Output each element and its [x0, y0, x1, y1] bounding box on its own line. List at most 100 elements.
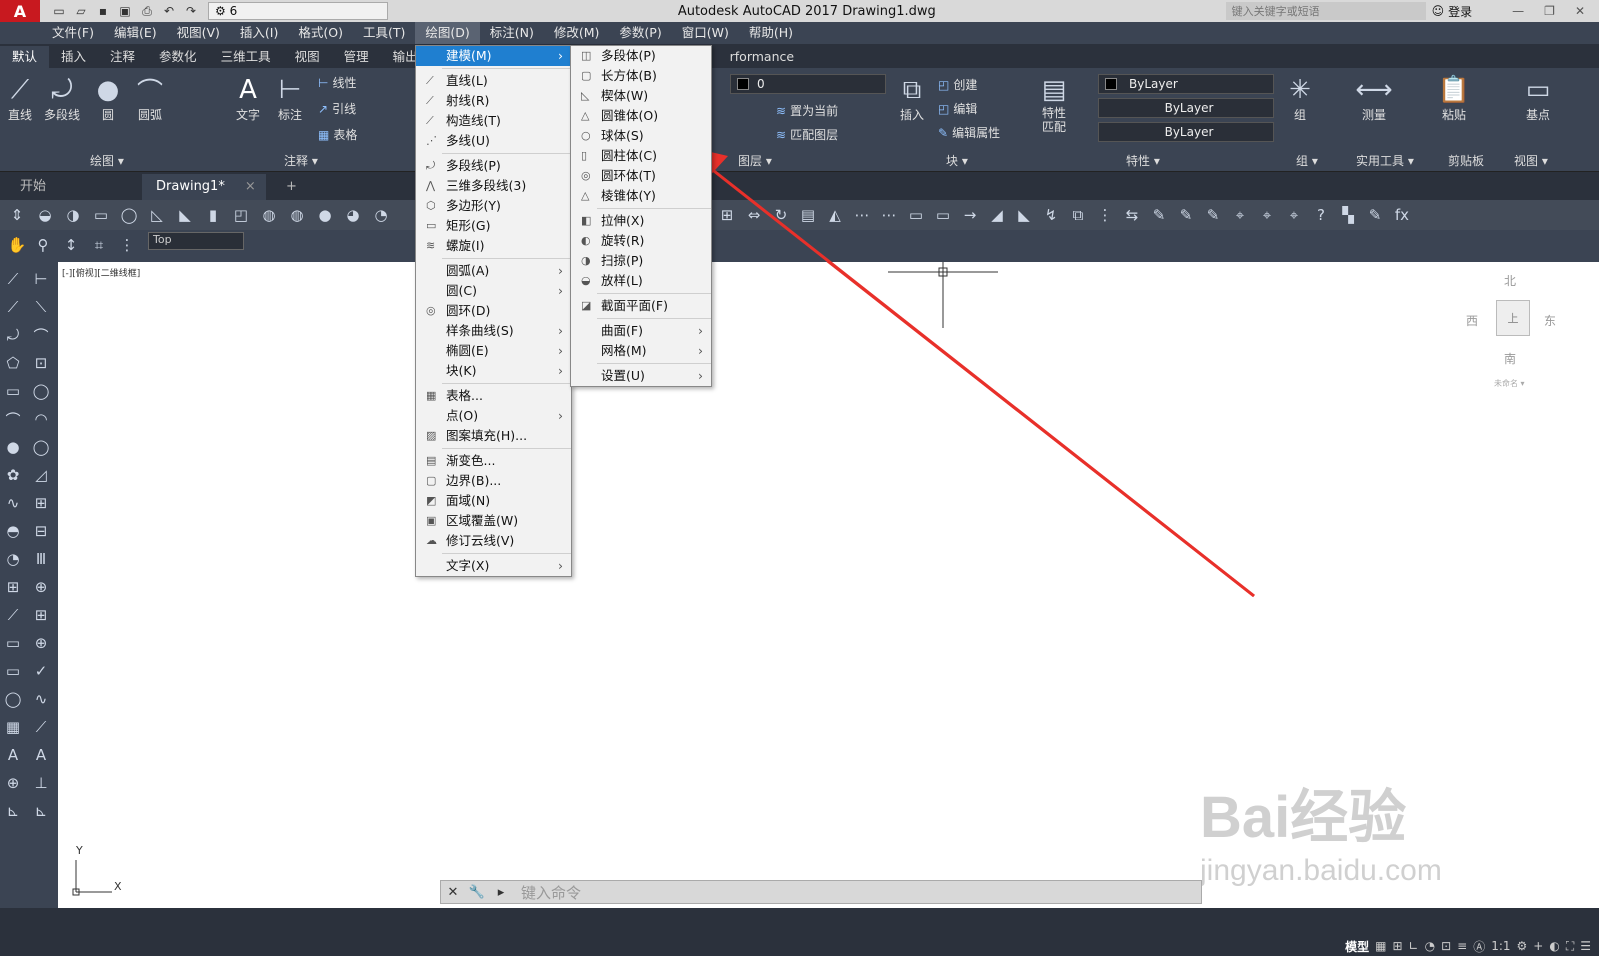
edit-block-button[interactable]: ◰ 编辑	[938, 100, 977, 117]
toolbar-tool-icon[interactable]: ?	[1310, 204, 1332, 226]
new-tab-button[interactable]: +	[272, 174, 311, 200]
left-tool-icon[interactable]: ▭	[2, 660, 24, 682]
utilities-panel-label[interactable]: 实用工具 ▾	[1356, 152, 1414, 170]
ortho-icon[interactable]: ∟	[1409, 939, 1419, 953]
toolbar-tool-icon[interactable]: ◔	[370, 204, 392, 226]
arc-button[interactable]: ⌒ 圆弧	[134, 74, 166, 123]
draw_menu-item-5[interactable]: ⋰ 多线(U)	[416, 131, 571, 151]
left-tool-icon[interactable]: ⤾	[2, 324, 24, 346]
draw_menu-item-13[interactable]: 圆弧(A) ›	[416, 261, 571, 281]
draw_menu-item-7[interactable]: ⤾ 多段线(P)	[416, 156, 571, 176]
left-tool-icon[interactable]: ⟍	[30, 296, 52, 318]
draw_menu-item-21[interactable]: 点(O) ›	[416, 406, 571, 426]
match-properties-button[interactable]: ▤ 特性匹配	[1036, 74, 1072, 134]
modeling_menu-item-11[interactable]: ◑ 扫掠(P)	[571, 251, 711, 271]
left-tool-icon[interactable]: ⬠	[2, 352, 24, 374]
color-combo[interactable]: ByLayer	[1098, 74, 1274, 94]
draw_menu-item-11[interactable]: ≋ 螺旋(I)	[416, 236, 571, 256]
close-icon[interactable]: ✕	[1575, 4, 1585, 18]
left-tool-icon[interactable]: ◯	[2, 688, 24, 710]
left-tool-icon[interactable]: ⊞	[2, 576, 24, 598]
insert-block-button[interactable]: ⧉ 插入	[896, 74, 928, 123]
open-file-icon[interactable]: ▱	[72, 3, 90, 19]
draw_menu-item-0[interactable]: 建模(M) ›	[416, 46, 571, 66]
toolbar-tool-icon[interactable]: ✎	[1364, 204, 1386, 226]
menu-2[interactable]: 视图(V)	[167, 22, 230, 44]
toolbar-tool-icon[interactable]: ◍	[286, 204, 308, 226]
measure-button[interactable]: ⟷ 测量	[1355, 74, 1392, 123]
left-tool-icon[interactable]: A	[30, 744, 52, 766]
pan-icon[interactable]: ✋	[6, 234, 28, 256]
ribbon-tab-3[interactable]: 参数化	[147, 46, 209, 68]
close-cmd-icon[interactable]: ✕	[441, 885, 465, 900]
left-tool-icon[interactable]: ◿	[30, 464, 52, 486]
annotation-panel-label[interactable]: 注释 ▾	[284, 152, 318, 170]
viewcube[interactable]: 北 西 东 上 南 未命名 ▾	[1466, 272, 1570, 392]
modeling_menu-item-9[interactable]: ◧ 拉伸(X)	[571, 211, 711, 231]
toolbar-tool-icon[interactable]: ●	[314, 204, 336, 226]
restore-icon[interactable]: ❐	[1544, 4, 1555, 18]
grid-icon[interactable]: ▦	[1375, 939, 1386, 953]
menu-3[interactable]: 插入(I)	[230, 22, 288, 44]
save-icon[interactable]: ▪	[94, 3, 112, 19]
polar-icon[interactable]: ◔	[1425, 939, 1435, 953]
app-menu-button[interactable]: A	[0, 0, 40, 22]
lineweight-icon[interactable]: ≡	[1457, 939, 1467, 953]
view-combo[interactable]: Top	[148, 232, 244, 250]
left-tool-icon[interactable]: ⊕	[30, 576, 52, 598]
create-block-button[interactable]: ◰ 创建	[938, 76, 977, 93]
modeling_menu-item-2[interactable]: ◺ 楔体(W)	[571, 86, 711, 106]
ribbon-tab-4[interactable]: 三维工具	[209, 46, 283, 68]
linetype-combo[interactable]: ByLayer	[1098, 98, 1274, 118]
draw_menu-item-15[interactable]: ◎ 圆环(D)	[416, 301, 571, 321]
text-button[interactable]: A 文字	[232, 74, 264, 123]
left-tool-icon[interactable]: ⟋	[2, 604, 24, 626]
toolbar-tool-icon[interactable]: ▮	[202, 204, 224, 226]
ribbon-tab-2[interactable]: 注释	[98, 46, 147, 68]
view-panel-label[interactable]: 视图 ▾	[1514, 152, 1548, 170]
draw_menu-item-27[interactable]: ▣ 区域覆盖(W)	[416, 511, 571, 531]
tab-start[interactable]: 开始	[6, 174, 136, 200]
menu-9[interactable]: 参数(P)	[609, 22, 671, 44]
zoom-icon[interactable]: ⚲	[32, 234, 54, 256]
set-current-button[interactable]: ≋ 置为当前	[776, 102, 838, 119]
draw_menu-item-28[interactable]: ☁ 修订云线(V)	[416, 531, 571, 551]
search-input[interactable]: 键入关键字或短语	[1225, 2, 1426, 20]
draw_menu-item-10[interactable]: ▭ 矩形(G)	[416, 216, 571, 236]
command-input[interactable]: 键入命令	[521, 882, 581, 903]
toolbar-tool-icon[interactable]: ◑	[62, 204, 84, 226]
left-tool-icon[interactable]: A	[2, 744, 24, 766]
draw_menu-item-8[interactable]: ⋀ 三维多段线(3)	[416, 176, 571, 196]
tab-drawing1[interactable]: Drawing1* ×	[142, 174, 266, 200]
draw_menu-item-22[interactable]: ▨ 图案填充(H)...	[416, 426, 571, 446]
menu-5[interactable]: 工具(T)	[353, 22, 415, 44]
left-tool-icon[interactable]: ∿	[2, 492, 24, 514]
ribbon-tab-6[interactable]: 管理	[332, 46, 381, 68]
compass-east[interactable]: 东	[1544, 312, 1556, 329]
left-tool-icon[interactable]: ✿	[2, 464, 24, 486]
menu-0[interactable]: 文件(F)	[42, 22, 104, 44]
close-tab-icon[interactable]: ×	[245, 179, 256, 194]
draw_menu-item-18[interactable]: 块(K) ›	[416, 361, 571, 381]
modeling_menu-item-14[interactable]: ◪ 截面平面(F)	[571, 296, 711, 316]
toolbar-tool-icon[interactable]: ◰	[230, 204, 252, 226]
base-point-button[interactable]: ▭ 基点	[1522, 74, 1554, 123]
modeling_menu-item-10[interactable]: ◐ 旋转(R)	[571, 231, 711, 251]
hamburger-icon[interactable]: ☰	[1580, 939, 1591, 953]
minimize-icon[interactable]: —	[1512, 4, 1524, 18]
save-as-icon[interactable]: ▣	[116, 3, 134, 19]
toolbar-tool-icon[interactable]: ◒	[34, 204, 56, 226]
toolbar-tool-icon[interactable]: ◺	[146, 204, 168, 226]
modeling_menu-item-7[interactable]: △ 棱锥体(Y)	[571, 186, 711, 206]
toolbar-tool-icon[interactable]: ▭	[90, 204, 112, 226]
left-tool-icon[interactable]: ⊞	[30, 492, 52, 514]
toolbar-tool-icon[interactable]: ◍	[258, 204, 280, 226]
toolbar-tool-icon[interactable]: fx	[1391, 204, 1413, 226]
left-tool-icon[interactable]: ◠	[30, 408, 52, 430]
leader-button[interactable]: ↗ 引线	[318, 100, 356, 117]
left-tool-icon[interactable]: ⊕	[2, 772, 24, 794]
menu-8[interactable]: 修改(M)	[544, 22, 610, 44]
customize-cmd-icon[interactable]: 🔧	[465, 885, 489, 900]
left-tool-icon[interactable]: ⟋	[2, 296, 24, 318]
fullscreen-icon[interactable]: ⛶	[1566, 939, 1574, 954]
